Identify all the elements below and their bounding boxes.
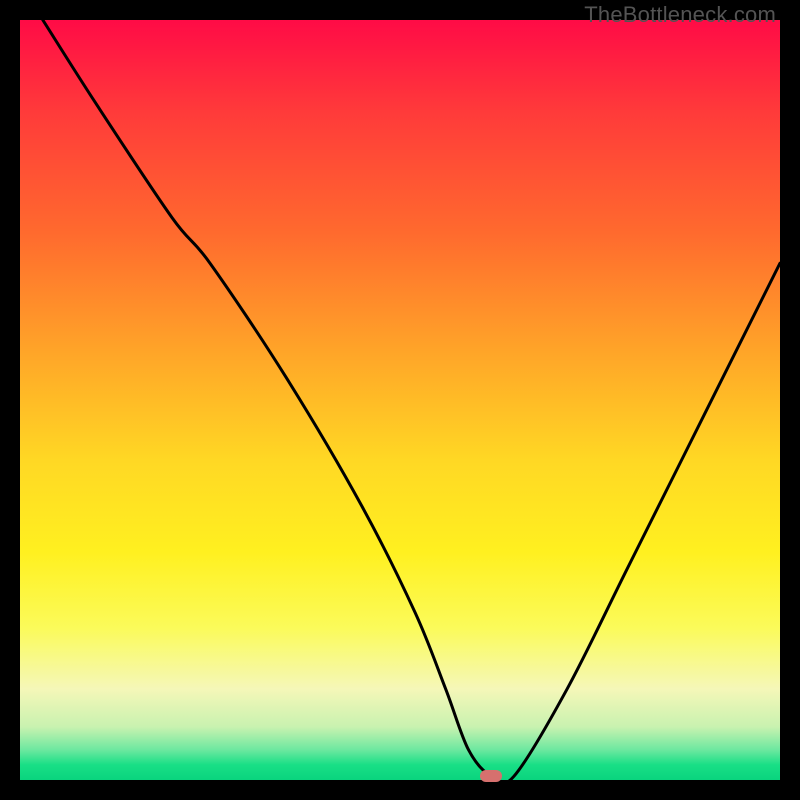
optimal-marker bbox=[480, 770, 502, 782]
bottleneck-curve bbox=[20, 20, 780, 780]
watermark-text: TheBottleneck.com bbox=[584, 2, 776, 28]
curve-path bbox=[43, 20, 780, 780]
chart-plot-area bbox=[20, 20, 780, 780]
chart-frame: TheBottleneck.com bbox=[0, 0, 800, 800]
